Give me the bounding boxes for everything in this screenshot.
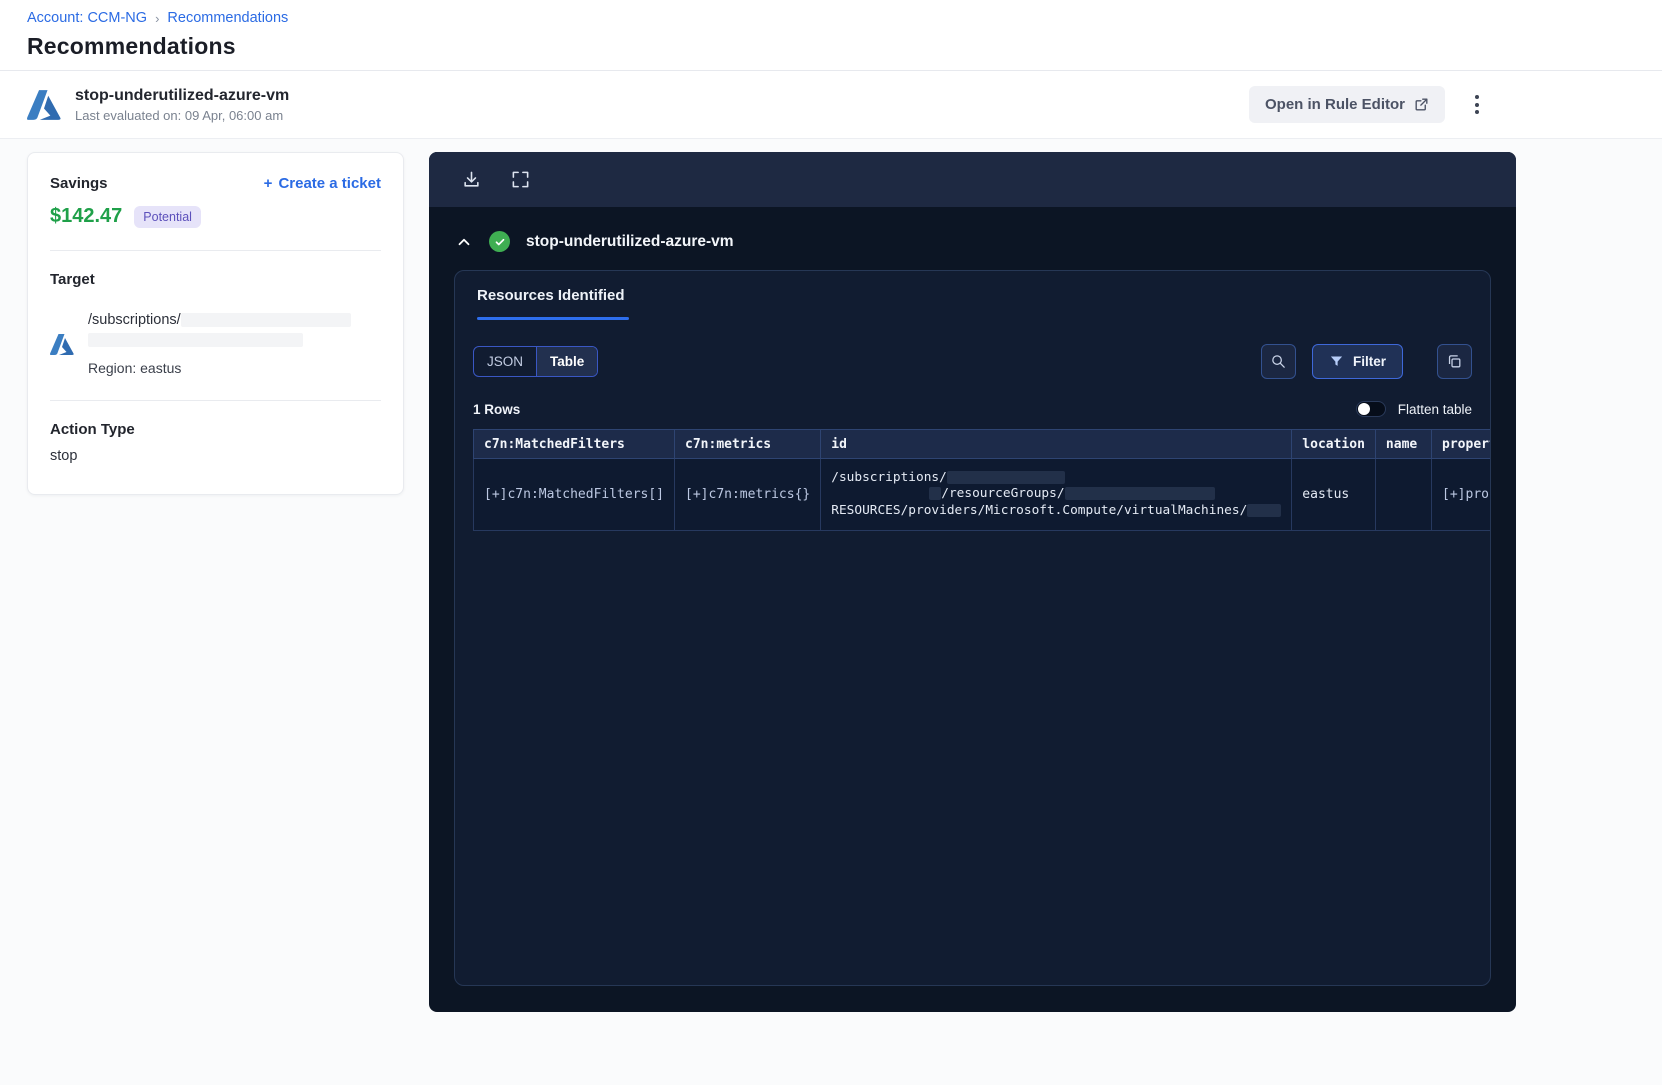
potential-badge: Potential — [134, 205, 201, 228]
azure-icon — [27, 89, 61, 120]
col-name[interactable]: name — [1374, 429, 1433, 459]
action-type-value: stop — [50, 448, 78, 464]
target-region: Region: eastus — [88, 360, 182, 376]
open-in-rule-editor-button[interactable]: Open in Rule Editor — [1248, 86, 1445, 123]
panel-rule-title: stop-underutilized-azure-vm — [526, 232, 734, 250]
redacted-id-segment — [929, 487, 942, 501]
recommendation-last-evaluated: Last evaluated on: 09 Apr, 06:00 am — [75, 107, 284, 123]
filter-label: Filter — [1352, 354, 1386, 369]
download-icon[interactable] — [462, 170, 481, 189]
cell-id: /subscriptions/ /resourceGroups/ RESOURC… — [820, 458, 1293, 531]
savings-label: Savings — [50, 175, 108, 192]
table-row: [+]c7n:MatchedFilters[] [+]c7n:metrics{}… — [473, 458, 1490, 531]
azure-icon — [50, 333, 74, 355]
col-id[interactable]: id — [820, 429, 1293, 459]
cell-name — [1374, 458, 1433, 531]
view-table-button[interactable]: Table — [536, 347, 598, 376]
target-path: /subscriptions/ — [88, 312, 181, 328]
search-icon — [1272, 355, 1285, 368]
redacted-line — [88, 333, 303, 348]
collapse-chevron-icon[interactable] — [455, 233, 473, 251]
table-controls: JSON Table Filter — [455, 320, 1490, 379]
create-ticket-label: Create a ticket — [278, 175, 381, 192]
cell-location: eastus — [1291, 458, 1376, 531]
copy-button[interactable] — [1437, 344, 1472, 379]
divider — [50, 400, 381, 401]
savings-amount: $142.47 — [50, 205, 123, 227]
copy-icon — [1448, 355, 1461, 368]
search-button[interactable] — [1260, 344, 1296, 379]
divider — [50, 250, 381, 251]
panel-title-row: stop-underutilized-azure-vm — [429, 207, 1516, 260]
recommendation-title: stop-underutilized-azure-vm — [75, 86, 290, 104]
open-in-rule-editor-label: Open in Rule Editor — [1264, 96, 1405, 113]
cell-metrics-expander[interactable]: [+]c7n:metrics{} — [674, 458, 822, 531]
flatten-table-toggle[interactable] — [1355, 401, 1386, 417]
plus-icon: + — [263, 175, 273, 192]
cell-properties-expander[interactable]: [+]prop — [1431, 458, 1490, 531]
view-mode-toggle: JSON Table — [473, 346, 599, 377]
resources-identified-card: Resources Identified JSON Table Filter 1… — [454, 270, 1491, 986]
filter-funnel-icon — [1330, 356, 1343, 366]
redacted-id-segment — [946, 470, 1065, 484]
rows-summary: 1 Rows Flatten table — [455, 379, 1490, 429]
breadcrumb: Account: CCM-NG › Recommendations — [27, 10, 1635, 26]
col-metrics[interactable]: c7n:metrics — [674, 429, 822, 459]
panel-toolbar — [429, 152, 1516, 207]
rows-count: 1 Rows — [473, 401, 521, 417]
action-type-label: Action Type — [50, 421, 135, 438]
filter-button[interactable]: Filter — [1311, 344, 1403, 379]
resources-table-wrapper: c7n:MatchedFilters c7n:metrics id locati… — [473, 429, 1490, 531]
external-link-icon — [1415, 98, 1428, 111]
resources-panel: stop-underutilized-azure-vm Resources Id… — [429, 152, 1516, 1012]
page-title: Recommendations — [27, 33, 236, 59]
success-check-icon — [489, 231, 510, 252]
target-path-block: /subscriptions/ Region: eastus — [88, 310, 351, 378]
breadcrumb-separator-icon: › — [155, 10, 160, 26]
tab-resources-identified[interactable]: Resources Identified — [477, 287, 629, 320]
more-options-kebab-icon[interactable] — [1469, 89, 1485, 120]
cell-matched-filters-expander[interactable]: [+]c7n:MatchedFilters[] — [473, 458, 676, 531]
view-json-button[interactable]: JSON — [474, 347, 536, 376]
table-header-row: c7n:MatchedFilters c7n:metrics id locati… — [473, 429, 1490, 459]
main-content: Savings + Create a ticket $142.47 Potent… — [0, 139, 1662, 1085]
flatten-table-label: Flatten table — [1397, 401, 1472, 417]
active-tab-indicator — [477, 317, 629, 320]
breadcrumb-account-link[interactable]: Account: CCM-NG — [27, 10, 147, 26]
redacted-subscription-id — [180, 313, 351, 328]
savings-card: Savings + Create a ticket $142.47 Potent… — [27, 152, 404, 495]
fullscreen-icon[interactable] — [511, 170, 530, 189]
breadcrumb-recommendations-link[interactable]: Recommendations — [167, 10, 288, 26]
redacted-id-segment — [1064, 487, 1215, 501]
col-properties[interactable]: propert — [1431, 429, 1490, 459]
recommendation-header: stop-underutilized-azure-vm Last evaluat… — [0, 71, 1662, 139]
topbar: Account: CCM-NG › Recommendations Recomm… — [0, 0, 1662, 71]
create-ticket-button[interactable]: + Create a ticket — [264, 175, 381, 192]
target-label: Target — [50, 271, 95, 288]
redacted-id-segment — [1247, 503, 1282, 517]
col-matched-filters[interactable]: c7n:MatchedFilters — [473, 429, 676, 459]
col-location[interactable]: location — [1291, 429, 1376, 459]
resources-table: c7n:MatchedFilters c7n:metrics id locati… — [473, 429, 1490, 531]
